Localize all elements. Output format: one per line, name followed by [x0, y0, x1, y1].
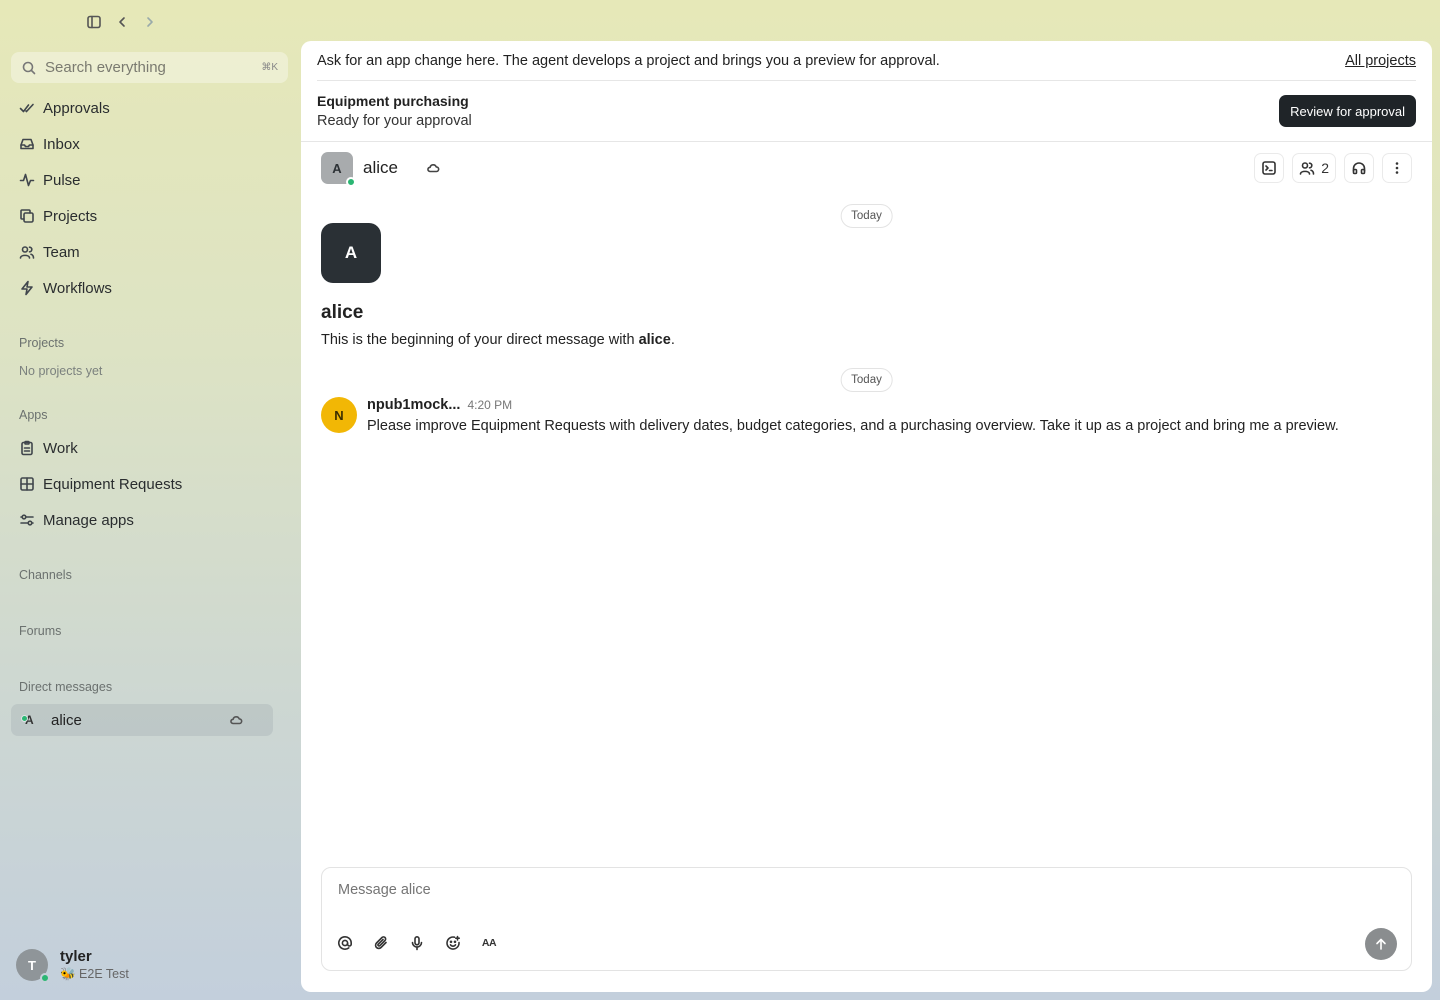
intro-name: alice	[321, 302, 364, 323]
nav-label: Approvals	[43, 99, 110, 117]
app-label: Equipment Requests	[43, 475, 183, 493]
app-label: Work	[43, 439, 78, 457]
user-status: 🐝 E2E Test	[60, 967, 129, 981]
members-button[interactable]: 2	[1292, 153, 1336, 183]
nav-label: Pulse	[43, 171, 81, 189]
section-forums-label: Forums	[19, 624, 62, 638]
nav-item-inbox[interactable]: Inbox	[11, 126, 288, 162]
app-item-equipment-requests[interactable]: Equipment Requests	[11, 466, 288, 502]
section-projects-label: Projects	[19, 336, 65, 350]
intro-text: This is the beginning of your direct mes…	[321, 332, 675, 348]
day-divider: Today	[840, 368, 893, 392]
search-placeholder: Search everything	[45, 59, 166, 76]
search-bar[interactable]: Search everything ⌘K	[11, 52, 288, 83]
microphone-icon[interactable]	[408, 934, 426, 952]
section-dm-label: Direct messages	[19, 680, 113, 694]
paperclip-icon[interactable]	[372, 934, 390, 952]
message-input[interactable]	[338, 882, 1238, 898]
app-item-manage-apps[interactable]: Manage apps	[11, 502, 288, 538]
nav-item-projects[interactable]: Projects	[11, 198, 288, 234]
check-double-icon	[19, 100, 35, 116]
mention-icon[interactable]	[336, 934, 354, 952]
search-shortcut: ⌘K	[261, 62, 278, 73]
headphones-icon	[1351, 160, 1367, 176]
nav-item-team[interactable]: Team	[11, 234, 288, 270]
avatar-initial: A	[332, 160, 342, 176]
section-apps-label: Apps	[19, 408, 48, 422]
avatar: A	[321, 223, 381, 283]
nav-label: Projects	[43, 207, 98, 225]
online-indicator	[346, 177, 356, 187]
nav-item-approvals[interactable]: Approvals	[11, 90, 288, 126]
clipboard-icon	[19, 440, 35, 456]
text-format-icon[interactable]: AA	[480, 934, 498, 952]
main-panel: Ask for an app change here. The agent de…	[301, 41, 1432, 992]
nav-item-pulse[interactable]: Pulse	[11, 162, 288, 198]
sidebar: Search everything ⌘K Approvals Inbox Pul…	[0, 0, 300, 1000]
channel-name: alice	[363, 158, 398, 177]
terminal-button[interactable]	[1254, 153, 1285, 183]
app-label: Manage apps	[43, 511, 134, 529]
avatar-initial: T	[28, 957, 36, 973]
activity-icon	[19, 172, 35, 188]
app-item-work[interactable]: Work	[11, 430, 288, 466]
online-indicator	[40, 973, 50, 983]
emoji-icon[interactable]	[444, 934, 462, 952]
message-text: Please improve Equipment Requests with d…	[367, 418, 1339, 434]
online-indicator	[21, 715, 28, 722]
project-status: Ready for your approval	[317, 113, 472, 129]
huddle-button[interactable]	[1344, 153, 1374, 183]
nav-label: Workflows	[43, 279, 112, 297]
header-actions: 2	[1254, 153, 1412, 183]
send-button[interactable]	[1365, 928, 1397, 960]
project-card: Equipment purchasing Ready for your appr…	[301, 81, 1432, 142]
current-user[interactable]: T tyler 🐝 E2E Test	[16, 948, 129, 983]
avatar: T	[16, 949, 50, 983]
member-count: 2	[1321, 160, 1329, 176]
more-vertical-icon	[1389, 160, 1405, 176]
nav-label: Inbox	[43, 135, 80, 153]
cloud-icon	[229, 713, 243, 727]
intro-text-name: alice	[638, 332, 671, 348]
dm-item-alice[interactable]: A alice	[11, 704, 273, 736]
channel-header: A alice 2	[301, 142, 1432, 194]
intro-text-prefix: This is the beginning of your direct mes…	[321, 332, 639, 348]
users-icon	[1299, 160, 1315, 176]
table-icon	[19, 476, 35, 492]
users-icon	[19, 244, 35, 260]
composer-toolbar: AA	[336, 934, 498, 952]
day-divider: Today	[840, 204, 893, 228]
message-item: N npub1mock... 4:20 PM Please improve Eq…	[321, 397, 1339, 434]
inbox-icon	[19, 136, 35, 152]
apps-list: Work Equipment Requests Manage apps	[11, 430, 288, 538]
nav-item-workflows[interactable]: Workflows	[11, 270, 288, 306]
nav-label: Team	[43, 243, 80, 261]
dm-name: alice	[51, 711, 82, 729]
agent-banner: Ask for an app change here. The agent de…	[317, 41, 1416, 81]
terminal-icon	[1261, 160, 1277, 176]
project-title: Equipment purchasing	[317, 93, 469, 109]
copy-icon	[19, 208, 35, 224]
avatar[interactable]: N	[321, 397, 357, 433]
main-nav: Approvals Inbox Pulse Projects Team Work…	[11, 90, 288, 306]
cloud-icon[interactable]	[426, 161, 440, 175]
message-author[interactable]: npub1mock...	[367, 397, 460, 413]
search-icon	[21, 60, 37, 76]
all-projects-link[interactable]: All projects	[1345, 53, 1416, 69]
message-time: 4:20 PM	[467, 398, 513, 412]
more-options-button[interactable]	[1382, 153, 1412, 183]
intro-text-suffix: .	[670, 332, 675, 348]
message-composer: AA	[321, 867, 1412, 971]
sliders-icon	[19, 512, 35, 528]
arrow-up-icon	[1374, 937, 1388, 951]
bolt-icon	[19, 280, 35, 296]
user-name: tyler	[60, 948, 92, 965]
avatar: A	[321, 152, 356, 187]
section-channels-label: Channels	[19, 568, 72, 582]
projects-empty-text: No projects yet	[19, 364, 103, 378]
review-for-approval-button[interactable]: Review for approval	[1279, 95, 1416, 127]
banner-text: Ask for an app change here. The agent de…	[317, 52, 940, 69]
